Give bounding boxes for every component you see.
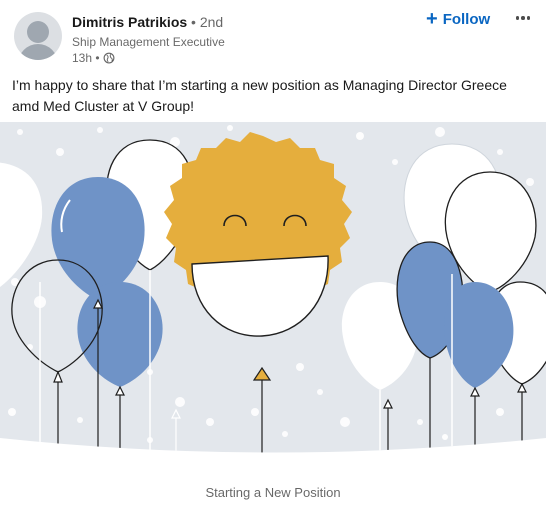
- author-line: Dimitris Patrikios • 2nd: [72, 14, 223, 30]
- more-options-icon[interactable]: [514, 6, 532, 30]
- follow-label: Follow: [442, 10, 491, 28]
- avatar[interactable]: [14, 12, 62, 60]
- follow-button[interactable]: + Follow: [426, 8, 490, 30]
- avatar-head: [27, 21, 49, 43]
- author-name[interactable]: Dimitris Patrikios: [72, 14, 187, 30]
- celebration-illustration[interactable]: [0, 122, 546, 458]
- connection-degree: • 2nd: [191, 14, 224, 30]
- avatar-body: [18, 44, 58, 60]
- plus-icon: +: [426, 8, 438, 30]
- globe-icon: [103, 52, 114, 64]
- post-time: 13h •: [72, 51, 100, 65]
- card-caption[interactable]: Starting a New Position: [0, 485, 546, 500]
- post-text: I’m happy to share that I’m starting a n…: [12, 77, 507, 114]
- post-meta: 13h •: [72, 51, 115, 65]
- post-header: Dimitris Patrikios • 2nd Ship Management…: [0, 0, 546, 66]
- author-headline: Ship Management Executive: [72, 35, 225, 49]
